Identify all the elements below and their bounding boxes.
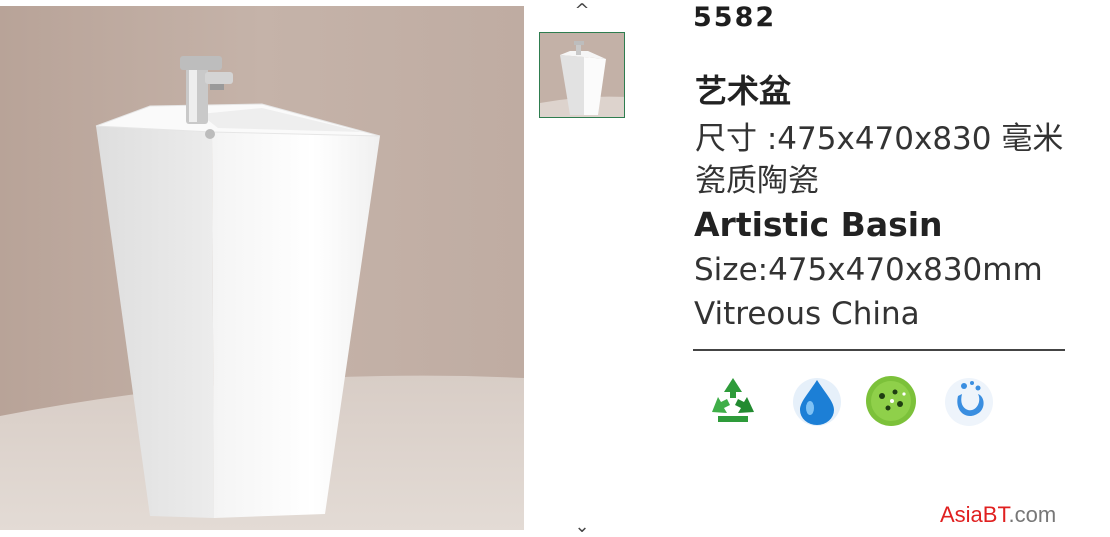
thumbnail-image[interactable]	[539, 32, 625, 118]
model-number: 5582	[693, 2, 777, 33]
watermark-brand: AsiaBT	[940, 502, 1009, 527]
chinese-title: 艺术盆	[695, 72, 792, 110]
water-splash-icon	[940, 372, 998, 430]
water-drop-icon	[788, 372, 846, 430]
thumbnail-prev-arrow-icon[interactable]: ^	[568, 2, 596, 20]
divider	[693, 349, 1065, 351]
antibacterial-icon	[862, 372, 920, 430]
english-material: Vitreous China	[694, 296, 920, 332]
thumbnail-next-arrow-icon[interactable]: ⌄	[568, 518, 596, 536]
english-title: Artistic Basin	[694, 205, 943, 244]
english-size: Size:475x470x830mm	[694, 252, 1043, 288]
product-main-image	[0, 6, 524, 530]
watermark-domain: .com	[1008, 502, 1057, 527]
recycle-icon	[704, 372, 762, 430]
chinese-size: 尺寸 :475x470x830 毫米	[695, 121, 1064, 157]
chinese-material: 瓷质陶瓷	[695, 163, 819, 199]
watermark: AsiaBT.com	[940, 502, 1056, 528]
